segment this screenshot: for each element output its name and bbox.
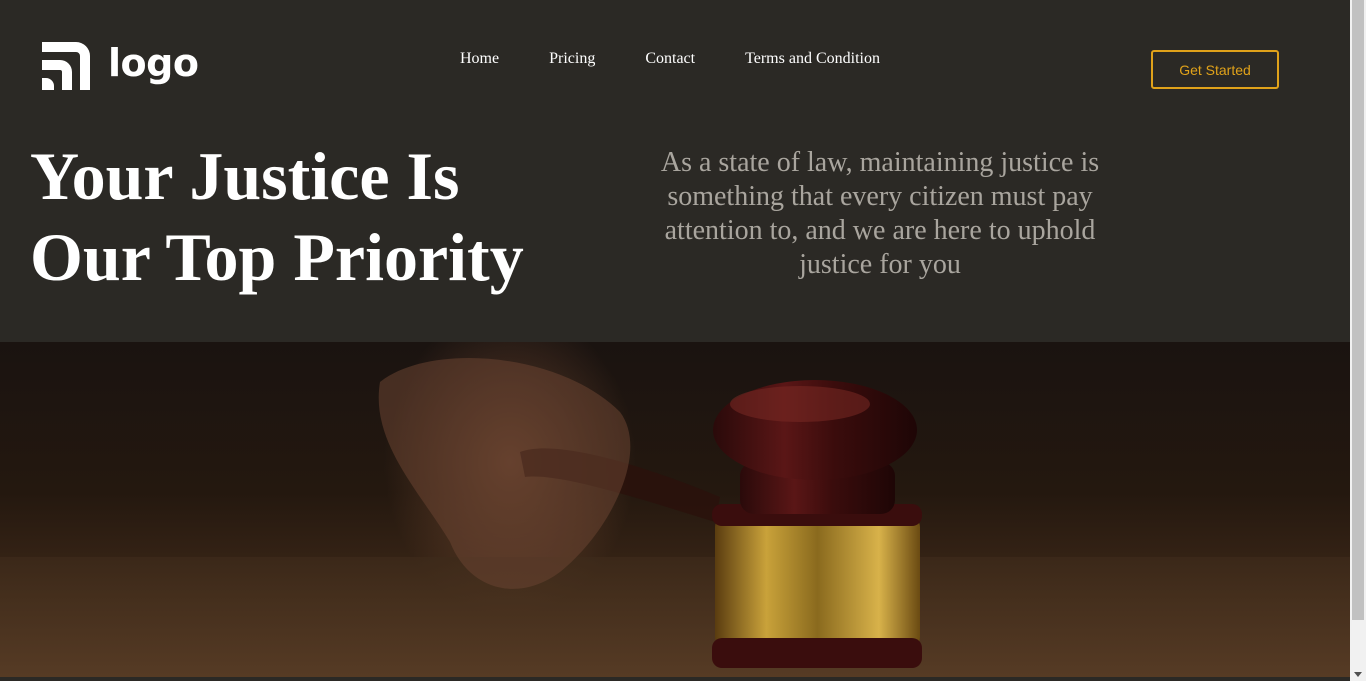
hero-headline: Your Justice Is Our Top Priority [30, 136, 590, 298]
gavel-illustration [0, 358, 1350, 677]
nav-contact[interactable]: Contact [645, 48, 695, 70]
header: logo Home Pricing Contact Terms and Cond… [0, 0, 1350, 342]
nav-pricing[interactable]: Pricing [549, 48, 595, 70]
scrollbar-thumb[interactable] [1352, 0, 1364, 620]
page: logo Home Pricing Contact Terms and Cond… [0, 0, 1350, 681]
headline-line-2: Our Top Priority [30, 219, 524, 295]
main-nav: Home Pricing Contact Terms and Condition [460, 48, 880, 70]
logo[interactable]: logo [38, 38, 199, 94]
scrollbar[interactable] [1350, 0, 1366, 681]
headline-line-1: Your Justice Is [30, 138, 460, 214]
logo-icon [42, 42, 90, 90]
logo-text: logo [108, 41, 199, 85]
hero-image-gavel [0, 342, 1350, 677]
get-started-button[interactable]: Get Started [1151, 50, 1279, 89]
nav-terms[interactable]: Terms and Condition [745, 48, 880, 70]
scroll-down-icon[interactable] [1354, 672, 1362, 677]
hero-description: As a state of law, maintaining justice i… [660, 147, 1100, 280]
nav-home[interactable]: Home [460, 48, 499, 70]
